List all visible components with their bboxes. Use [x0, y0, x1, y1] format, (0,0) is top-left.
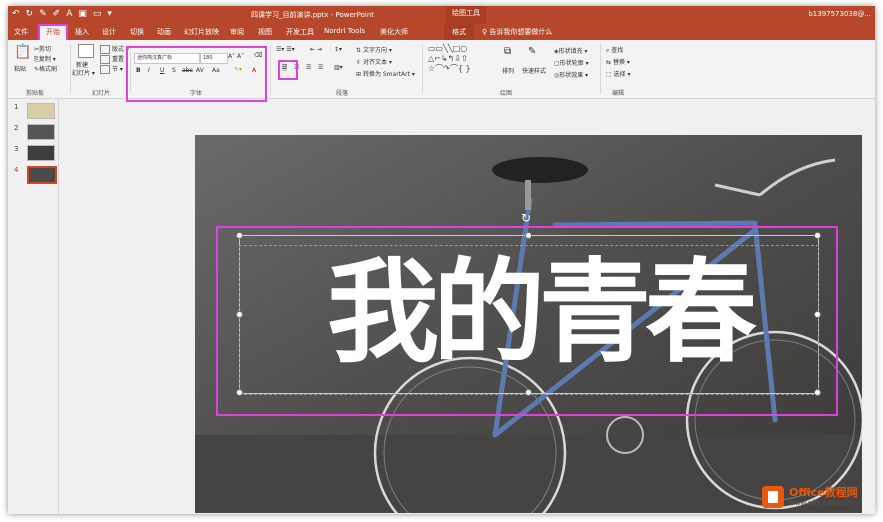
pen-icon[interactable]: ✐: [53, 9, 61, 19]
powerpoint-window: ↶ ↻ ✎ ✐ A ▣ ▭ ▾ 四课学习_目前演讲.pptx - PowerPo…: [8, 6, 875, 514]
save-icon[interactable]: ▣: [78, 9, 87, 19]
justify-icon[interactable]: ☰: [318, 64, 323, 71]
watermark-url: www.office26.com: [789, 499, 858, 508]
clipboard-group-label: 剪贴板: [26, 88, 44, 97]
divider: [600, 44, 601, 94]
slide-number: 1: [14, 103, 18, 111]
indent-icon[interactable]: ⇤ ⇥: [310, 46, 322, 53]
highlight-font-group: [126, 46, 267, 102]
new-slide-dropdown[interactable]: 幻灯片 ▾: [72, 68, 95, 77]
context-label: 绘图工具: [446, 6, 486, 24]
slide-thumbnail[interactable]: [27, 145, 55, 161]
quick-styles-button[interactable]: 快速样式: [522, 66, 546, 75]
tell-me-text: 告诉我你想要做什么: [489, 28, 552, 36]
slideshow-icon[interactable]: ▭: [93, 9, 102, 19]
slide-number: 4: [14, 166, 18, 174]
paragraph-group-label: 段落: [336, 88, 348, 97]
office-logo-icon: [760, 484, 786, 510]
tab-review[interactable]: 审阅: [230, 27, 244, 37]
reset-icon: [100, 55, 110, 64]
tab-transitions[interactable]: 切换: [130, 27, 144, 37]
drawing-group-label: 绘图: [500, 88, 512, 97]
tab-developer[interactable]: 开发工具: [286, 27, 314, 37]
smartart-button[interactable]: ⊞ 转换为 SmartArt ▾: [356, 69, 415, 78]
quick-access-toolbar: ↶ ↻ ✎ ✐ A ▣ ▭ ▾: [12, 9, 112, 19]
tab-animations[interactable]: 动画: [157, 27, 171, 37]
format-painter-button[interactable]: ✎格式刷: [34, 64, 57, 73]
title-bar: ↶ ↻ ✎ ✐ A ▣ ▭ ▾ 四课学习_目前演讲.pptx - PowerPo…: [8, 6, 875, 24]
layout-icon: [100, 45, 110, 54]
replace-icon: ⇆: [606, 59, 611, 66]
select-button[interactable]: ⬚ 选择 ▾: [606, 69, 631, 78]
paste-button[interactable]: 粘贴: [14, 64, 26, 73]
document-title: 四课学习_目前演讲.pptx - PowerPoint: [251, 10, 374, 20]
tab-draw[interactable]: 设计: [102, 27, 116, 37]
paste-icon[interactable]: 📋: [14, 44, 31, 60]
line-spacing-icon[interactable]: ↕▾: [334, 46, 342, 53]
reset-button[interactable]: 重置: [100, 54, 124, 64]
user-account[interactable]: b1397573038@...: [808, 10, 871, 18]
tell-me-box[interactable]: ♀ 告诉我你想要做什么: [482, 27, 552, 37]
divider: [422, 44, 423, 94]
arrange-icon[interactable]: ⧉: [504, 46, 511, 57]
replace-button[interactable]: ⇆ 替换 ▾: [606, 57, 630, 66]
select-icon: ⬚: [606, 71, 612, 78]
ribbon-tabs: 文件 开始 插入 设计 切换 动画 幻灯片放映 审阅 视图 开发工具 Nordr…: [8, 24, 875, 40]
search-icon: ⌕: [606, 47, 609, 54]
section-icon: [100, 65, 110, 74]
find-button[interactable]: ⌕ 查找: [606, 45, 623, 55]
redo-icon[interactable]: ↻: [26, 9, 34, 19]
text-direction-icon: ⇅: [356, 47, 361, 54]
watermark-brand: Office教程网: [789, 487, 858, 499]
customize-icon[interactable]: ▾: [107, 9, 112, 19]
slide-number: 3: [14, 145, 18, 153]
slide-thumbnail-pane: 1 2 3 4: [8, 99, 59, 514]
bullets-icon[interactable]: ☰▾ ☰▾: [276, 46, 295, 53]
slide-thumbnail-selected[interactable]: [27, 166, 57, 184]
columns-icon[interactable]: ▥▾: [334, 64, 343, 71]
text-direction-button[interactable]: ⇅ 文字方向 ▾: [356, 45, 392, 54]
tab-file[interactable]: 文件: [14, 27, 28, 37]
new-slide-icon[interactable]: [78, 44, 96, 58]
tab-nordri[interactable]: Nordri Tools: [324, 27, 365, 35]
layout-button[interactable]: 版式 ▾: [100, 44, 129, 54]
watermark: Office教程网 www.office26.com: [760, 484, 858, 510]
editing-group-label: 编辑: [612, 88, 624, 97]
smartart-icon: ⊞: [356, 71, 361, 78]
shape-fill-button[interactable]: ◈形状填充 ▾: [554, 46, 588, 55]
align-right-icon[interactable]: ☰: [306, 64, 311, 71]
slide-number: 2: [14, 124, 18, 132]
divider: [270, 44, 271, 94]
copy-button[interactable]: ⎘复制 ▾: [34, 54, 56, 64]
tab-view[interactable]: 视图: [258, 27, 272, 37]
quick-styles-icon[interactable]: ✎: [528, 46, 536, 57]
slides-group-label: 幻灯片: [92, 88, 110, 97]
format-painter-icon[interactable]: ✎: [39, 9, 47, 19]
arrange-button[interactable]: 排列: [502, 66, 514, 75]
align-text-button[interactable]: ⇳ 对齐文本 ▾: [356, 57, 392, 66]
undo-icon[interactable]: ↶: [12, 9, 20, 19]
slide-thumbnail[interactable]: [27, 124, 55, 140]
tab-slideshow[interactable]: 幻灯片放映: [184, 27, 219, 37]
shape-outline-button[interactable]: ▢形状轮廓 ▾: [554, 58, 589, 67]
tab-insert[interactable]: 插入: [75, 27, 89, 37]
slide-thumbnail[interactable]: [27, 103, 55, 119]
cut-button[interactable]: ✂剪切: [34, 44, 51, 53]
divider: [70, 44, 71, 94]
shape-effects-button[interactable]: ◎形状效果 ▾: [554, 70, 588, 79]
align-text-icon: ⇳: [356, 59, 361, 66]
section-button[interactable]: 节 ▾: [100, 64, 123, 74]
ribbon: 📋 粘贴 ✂剪切 ⎘复制 ▾ ✎格式刷 剪贴板 新建 幻灯片 ▾ 版式 ▾ 重置…: [8, 40, 875, 99]
tab-format[interactable]: 格式: [444, 24, 474, 40]
shapes-gallery[interactable]: ▭▭╲╲□○△⌐↳↰⇩⇧☆⌒↷⌒{ }: [428, 44, 471, 74]
font-color-icon[interactable]: A: [66, 9, 72, 19]
tab-beautify[interactable]: 美化大师: [380, 27, 408, 37]
highlight-align-left: [278, 60, 298, 80]
highlight-title-textbox: [216, 226, 838, 416]
rotate-handle-icon[interactable]: ↻: [521, 211, 531, 225]
